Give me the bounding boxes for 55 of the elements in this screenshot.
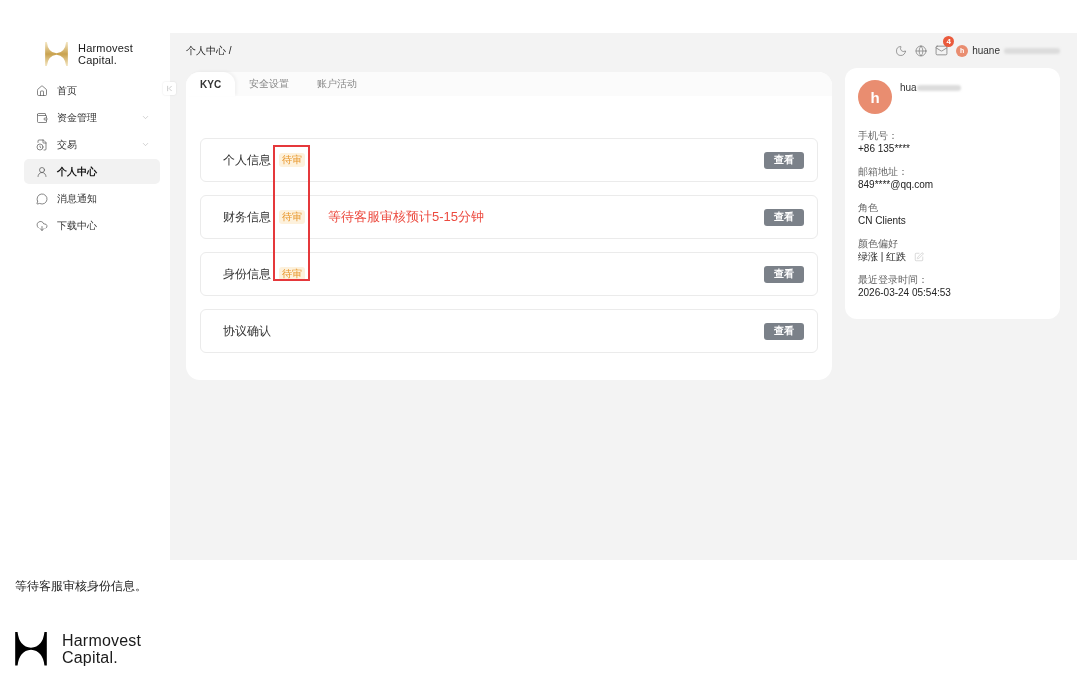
breadcrumb: 个人中心 / <box>186 43 232 58</box>
user-name[interactable]: huane <box>972 45 1000 56</box>
count-badge: 4 <box>943 36 955 47</box>
tab[interactable]: KYC <box>186 72 236 96</box>
chat-bubble-icon <box>36 192 48 205</box>
view-button[interactable]: 查看 <box>764 265 804 283</box>
logo-text: Harmovest <box>62 632 142 649</box>
field-value: 849****@qq.com <box>858 178 934 191</box>
sidebar-item[interactable]: 资金管理 <box>24 105 160 131</box>
row-label: 身份信息 <box>223 265 271 283</box>
logo-text: Capital. <box>62 649 119 666</box>
field-label: 邮箱地址： <box>858 165 909 178</box>
document-icon <box>36 138 48 151</box>
user-icon <box>36 165 48 178</box>
field-value: +86 135**** <box>858 142 910 155</box>
caption: 等待客服审核身份信息。 <box>15 578 148 595</box>
avatar: h <box>858 80 892 114</box>
field-label: 角色 <box>858 201 879 214</box>
row-label: 个人信息 <box>223 151 271 169</box>
field-label: 手机号： <box>858 129 899 142</box>
row-label: 协议确认 <box>223 322 271 340</box>
blur-patch <box>916 84 961 91</box>
field-label: 最近登录时间： <box>858 273 929 286</box>
home-icon <box>36 84 48 97</box>
logo-mark-icon <box>15 632 47 666</box>
cloud-download-icon <box>36 219 48 232</box>
view-button[interactable]: 查看 <box>764 322 804 340</box>
row-label: 财务信息 <box>223 208 271 226</box>
status-badge: 待审 <box>279 153 305 167</box>
sidebar-item[interactable]: 交易 <box>24 132 160 158</box>
tab[interactable]: 安全设置 <box>235 72 304 96</box>
moon-icon[interactable] <box>895 44 908 57</box>
status-badge: 待审 <box>279 210 305 224</box>
sidebar-item[interactable]: 个人中心 <box>24 159 160 185</box>
globe-icon[interactable] <box>915 44 928 57</box>
tab[interactable]: 账户活动 <box>303 72 372 96</box>
field-value: 绿涨 | 红跌 <box>858 250 907 263</box>
mail-icon[interactable] <box>935 44 949 57</box>
edit-icon[interactable] <box>914 251 925 262</box>
annotation-text: 等待客服审核预计5-15分钟 <box>328 208 485 226</box>
logo-text: Capital. <box>78 53 118 66</box>
view-button[interactable]: 查看 <box>764 151 804 169</box>
view-button[interactable]: 查看 <box>764 208 804 226</box>
profile-name: hua <box>900 82 917 93</box>
sidebar-item[interactable]: 消息通知 <box>24 186 160 212</box>
wallet-icon <box>36 111 48 124</box>
field-label: 颜色偏好 <box>858 237 899 250</box>
logo-text: Harmovest <box>78 42 133 54</box>
collapse-button[interactable] <box>163 82 176 95</box>
collapse-icon <box>165 84 174 93</box>
field-value: 2026-03-24 05:54:53 <box>858 286 951 299</box>
sidebar-item[interactable]: 首页 <box>24 78 160 104</box>
sidebar-item[interactable]: 下载中心 <box>24 213 160 239</box>
field-value: CN Clients <box>858 214 906 227</box>
logo-mark-icon <box>45 42 68 67</box>
